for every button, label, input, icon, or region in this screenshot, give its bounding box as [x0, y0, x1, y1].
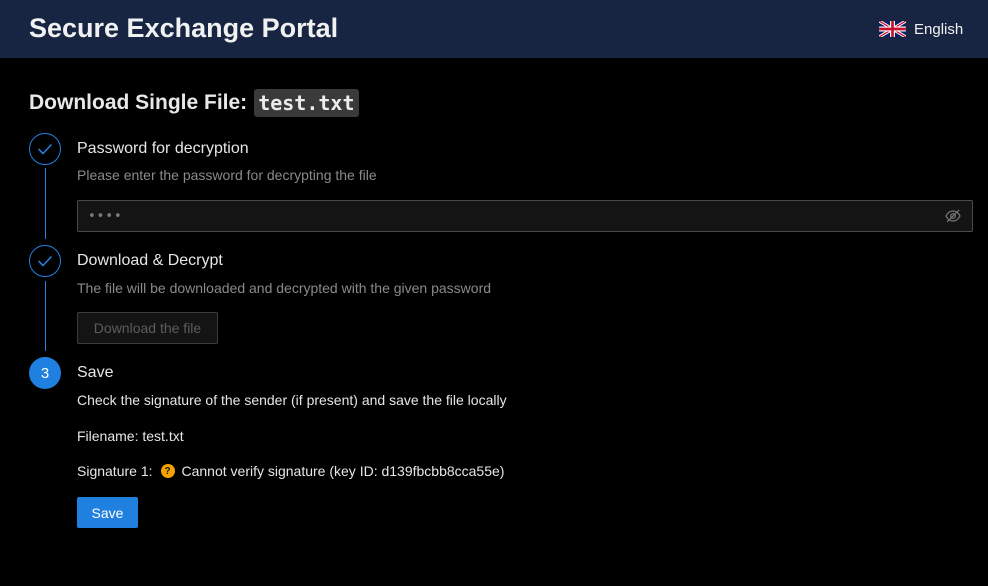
app-title: Secure Exchange Portal: [29, 13, 339, 43]
download-file-button[interactable]: Download the file: [77, 312, 218, 344]
signature-line: Signature 1: ? Cannot verify signature (…: [77, 463, 504, 479]
filename-line: Filename: test.txt: [77, 428, 184, 444]
page-title: Download Single File: test.txt: [29, 89, 359, 117]
step-3-title: Save: [77, 364, 114, 381]
step-1-indicator: [29, 133, 61, 165]
filename-code-chip: test.txt: [254, 89, 359, 117]
question-warning-icon: ?: [160, 464, 175, 478]
step-1-title: Password for decryption: [77, 140, 249, 157]
save-button[interactable]: Save: [77, 497, 138, 528]
language-selector[interactable]: English: [879, 20, 963, 38]
step-3-description: Check the signature of the sender (if pr…: [77, 392, 507, 408]
check-icon: [37, 255, 53, 267]
filename-text: Filename: test.txt: [77, 428, 184, 444]
step-3-indicator: 3: [29, 357, 61, 389]
step-1-description: Please enter the password for decrypting…: [77, 167, 377, 183]
eye-off-icon[interactable]: [945, 209, 961, 223]
step-2-indicator: [29, 245, 61, 277]
password-field[interactable]: [77, 200, 973, 232]
step-2-title: Download & Decrypt: [77, 252, 223, 269]
signature-status: Cannot verify signature (key ID: d139fbc…: [181, 463, 505, 479]
password-input[interactable]: [88, 201, 928, 231]
step-connector: [44, 281, 46, 351]
top-navigation-bar: Secure Exchange Portal English: [0, 0, 988, 58]
page-title-text: Download Single File:: [29, 91, 248, 114]
check-icon: [37, 143, 53, 155]
step-2-description: The file will be downloaded and decrypte…: [77, 280, 492, 296]
signature-label: Signature 1:: [77, 463, 153, 479]
uk-flag-icon: [879, 21, 906, 37]
language-label: English: [914, 20, 964, 38]
step-connector: [44, 168, 46, 239]
